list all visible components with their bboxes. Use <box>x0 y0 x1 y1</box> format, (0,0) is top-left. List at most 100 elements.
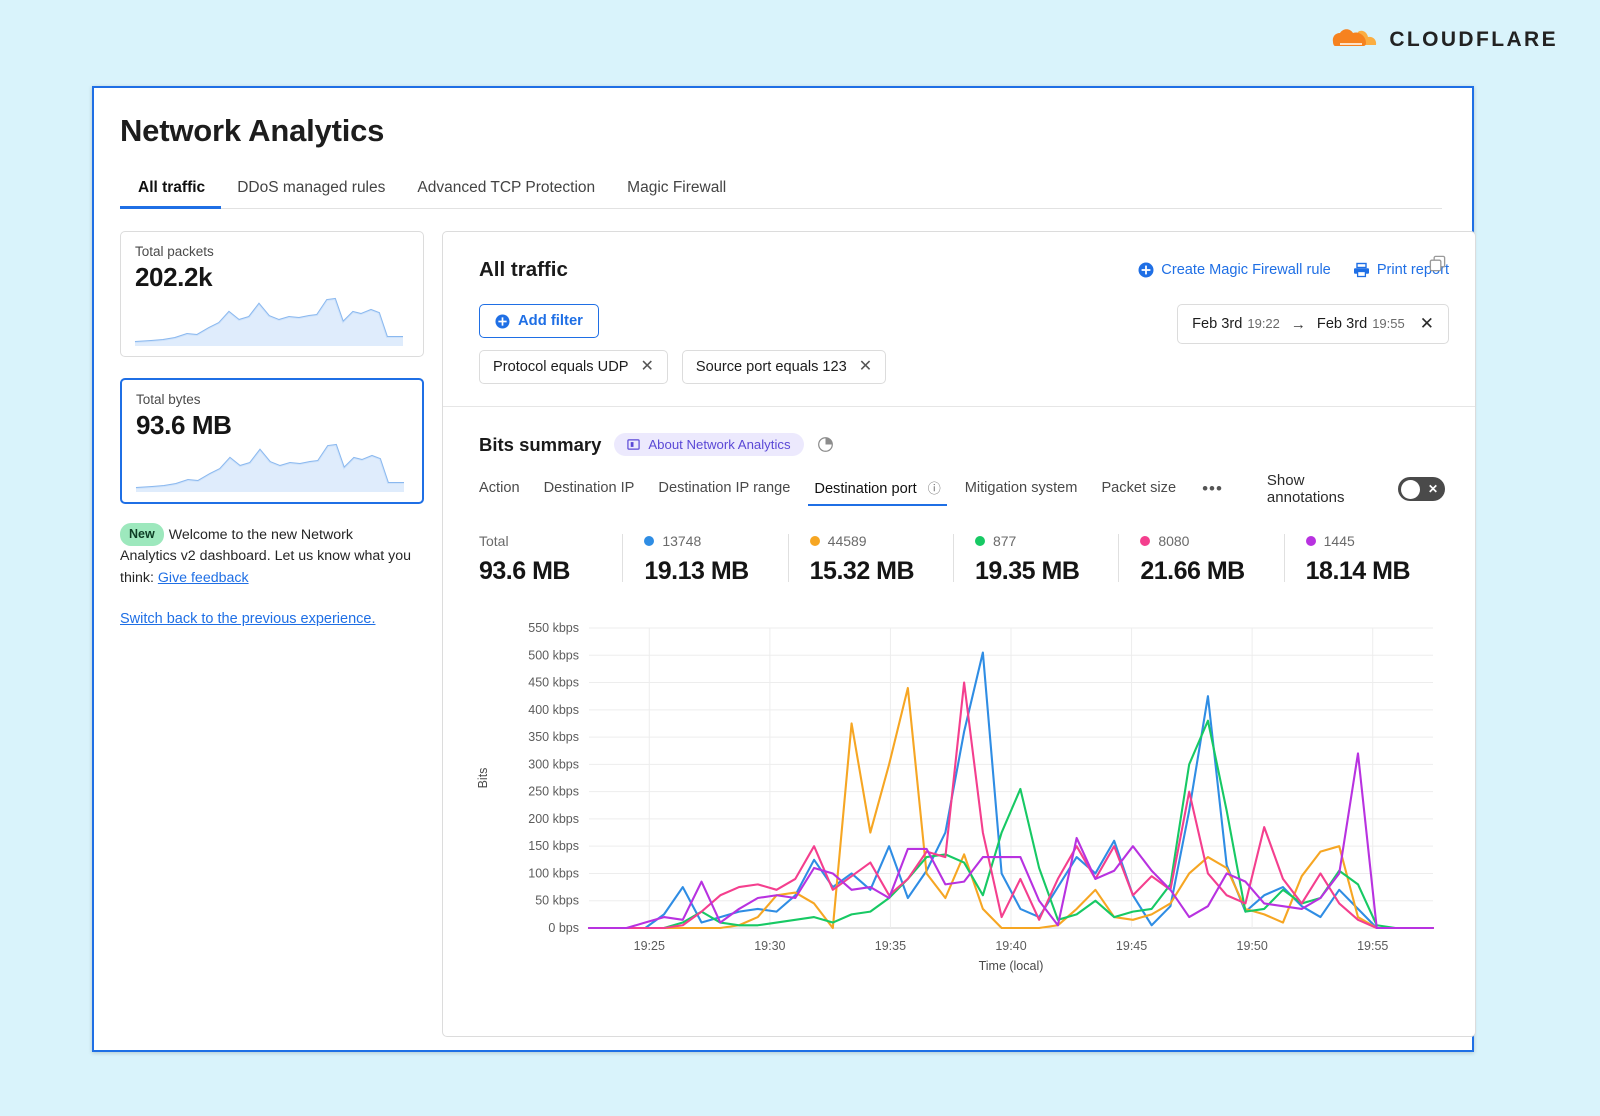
x-tick-label: 19:25 <box>634 939 665 953</box>
y-axis-title: Bits <box>476 768 490 789</box>
tab-ddos-managed-rules[interactable]: DDoS managed rules <box>221 173 401 208</box>
y-tick-label: 150 kbps <box>528 839 579 853</box>
x-tick-label: 19:35 <box>875 939 906 953</box>
expand-panel-button[interactable] <box>1428 254 1447 278</box>
close-icon[interactable]: ✕ <box>640 359 653 375</box>
x-tick-label: 19:40 <box>995 939 1026 953</box>
dimension-label: Destination port <box>814 481 916 497</box>
show-annotations-control: Show annotations ✕ <box>1267 472 1445 506</box>
stat-value: 19.35 MB <box>975 557 1118 586</box>
date-range-picker[interactable]: Feb 3rd 19:22 → Feb 3rd 19:55 ✕ <box>1177 304 1449 344</box>
date-range-start: Feb 3rd 19:22 <box>1192 315 1280 333</box>
filter-chip-protocol[interactable]: Protocol equals UDP ✕ <box>479 350 668 384</box>
metric-card-total-bytes[interactable]: Total bytes 93.6 MB <box>120 378 424 504</box>
series-stats: Total 93.6 MB 13748 19.13 MB 44589 15.32… <box>479 532 1475 586</box>
tab-all-traffic[interactable]: All traffic <box>120 173 221 208</box>
stat-key: 44589 <box>828 533 867 549</box>
stat-key: 8080 <box>1158 533 1189 549</box>
all-traffic-panel: All traffic Create Magic Firewall rule <box>442 231 1476 1037</box>
panel-header: All traffic Create Magic Firewall rule <box>443 232 1475 282</box>
panel-title: All traffic <box>479 258 568 282</box>
stat-port-44589[interactable]: 44589 15.32 MB <box>788 532 953 586</box>
plus-circle-icon <box>1138 262 1154 278</box>
add-filter-button[interactable]: Add filter <box>479 304 599 338</box>
show-annotations-label: Show annotations <box>1267 472 1386 506</box>
panel-divider <box>443 406 1475 407</box>
dimension-tab-destination-port[interactable]: Destination port ⓘ <box>802 474 952 504</box>
toggle-knob <box>1401 480 1420 499</box>
y-tick-label: 300 kbps <box>528 757 579 771</box>
dimension-tab-packet-size[interactable]: Packet size <box>1089 476 1188 503</box>
metric-card-value: 202.2k <box>135 262 409 293</box>
stat-key: 877 <box>993 533 1016 549</box>
stat-port-8080[interactable]: 8080 21.66 MB <box>1118 532 1283 586</box>
x-tick-label: 19:30 <box>754 939 785 953</box>
book-icon <box>627 438 640 451</box>
metric-card-label: Total packets <box>135 244 409 259</box>
new-dashboard-notice: NewWelcome to the new Network Analytics … <box>120 523 412 589</box>
stat-port-13748[interactable]: 13748 19.13 MB <box>622 532 787 586</box>
metric-card-total-packets[interactable]: Total packets 202.2k <box>120 231 424 357</box>
y-tick-label: 0 bps <box>548 921 579 935</box>
y-tick-label: 100 kbps <box>528 866 579 880</box>
pie-clock-icon[interactable] <box>817 436 834 453</box>
content-row: Total packets 202.2k Total bytes 93.6 MB <box>120 231 1472 1037</box>
filter-chip-label: Protocol equals UDP <box>493 359 628 375</box>
panel-actions: Create Magic Firewall rule Print report <box>1138 262 1449 278</box>
y-tick-label: 450 kbps <box>528 676 579 690</box>
series-color-dot <box>644 536 654 546</box>
action-label: Create Magic Firewall rule <box>1161 262 1331 278</box>
info-icon[interactable]: ⓘ <box>928 481 941 496</box>
cloudflare-wordmark: CLOUDFLARE <box>1389 28 1558 52</box>
create-magic-firewall-rule-button[interactable]: Create Magic Firewall rule <box>1138 262 1331 278</box>
give-feedback-link[interactable]: Give feedback <box>158 570 249 586</box>
tab-advanced-tcp-protection[interactable]: Advanced TCP Protection <box>401 173 611 208</box>
x-tick-label: 19:55 <box>1357 939 1388 953</box>
bits-summary-header: Bits summary About Network Analytics <box>479 433 1475 456</box>
plus-circle-icon <box>495 314 510 329</box>
metric-card-label: Total bytes <box>136 392 408 407</box>
more-dimensions-button[interactable]: ••• <box>1188 479 1237 499</box>
dimension-tab-action[interactable]: Action <box>479 476 532 503</box>
bits-time-series-chart[interactable]: 0 bps50 kbps100 kbps150 kbps200 kbps250 … <box>471 618 1451 978</box>
app-window: Network Analytics All traffic DDoS manag… <box>92 86 1474 1052</box>
date-range-end: Feb 3rd 19:55 <box>1317 315 1405 333</box>
stat-key: 13748 <box>662 533 701 549</box>
y-tick-label: 350 kbps <box>528 730 579 744</box>
series-color-dot <box>1140 536 1150 546</box>
close-icon: ✕ <box>1428 482 1438 496</box>
start-time: 19:22 <box>1247 316 1280 331</box>
stat-port-1445[interactable]: 1445 18.14 MB <box>1284 532 1449 586</box>
arrow-right-icon: → <box>1291 316 1306 333</box>
stat-port-877[interactable]: 877 19.35 MB <box>953 532 1118 586</box>
dimension-tab-mitigation-system[interactable]: Mitigation system <box>953 476 1090 503</box>
stat-value: 18.14 MB <box>1306 557 1449 586</box>
filter-chip-source-port[interactable]: Source port equals 123 ✕ <box>682 350 886 384</box>
end-date: Feb 3rd <box>1317 316 1367 332</box>
start-date: Feb 3rd <box>1192 316 1242 332</box>
close-icon[interactable]: ✕ <box>859 359 872 375</box>
about-network-analytics-pill[interactable]: About Network Analytics <box>614 433 803 456</box>
about-pill-label: About Network Analytics <box>648 437 790 452</box>
cloudflare-logo: CLOUDFLARE <box>1332 26 1558 54</box>
y-tick-label: 50 kbps <box>535 894 579 908</box>
y-tick-label: 500 kbps <box>528 648 579 662</box>
page-root: CLOUDFLARE Network Analytics All traffic… <box>0 0 1600 1116</box>
switch-back-link[interactable]: Switch back to the previous experience. <box>120 611 424 627</box>
dimension-tab-destination-ip[interactable]: Destination IP <box>532 476 647 503</box>
clear-date-range-icon[interactable]: ✕ <box>1420 314 1434 334</box>
dimension-tab-destination-ip-range[interactable]: Destination IP range <box>646 476 802 503</box>
show-annotations-toggle[interactable]: ✕ <box>1398 477 1445 501</box>
y-tick-label: 550 kbps <box>528 621 579 635</box>
tab-magic-firewall[interactable]: Magic Firewall <box>611 173 742 208</box>
series-color-dot <box>810 536 820 546</box>
series-color-dot <box>1306 536 1316 546</box>
stat-value: 19.13 MB <box>644 557 787 586</box>
y-tick-label: 200 kbps <box>528 812 579 826</box>
end-time: 19:55 <box>1372 316 1405 331</box>
stat-key: Total <box>479 533 509 549</box>
y-tick-label: 400 kbps <box>528 703 579 717</box>
stat-key: 1445 <box>1324 533 1355 549</box>
stat-value: 15.32 MB <box>810 557 953 586</box>
printer-icon <box>1353 262 1370 278</box>
